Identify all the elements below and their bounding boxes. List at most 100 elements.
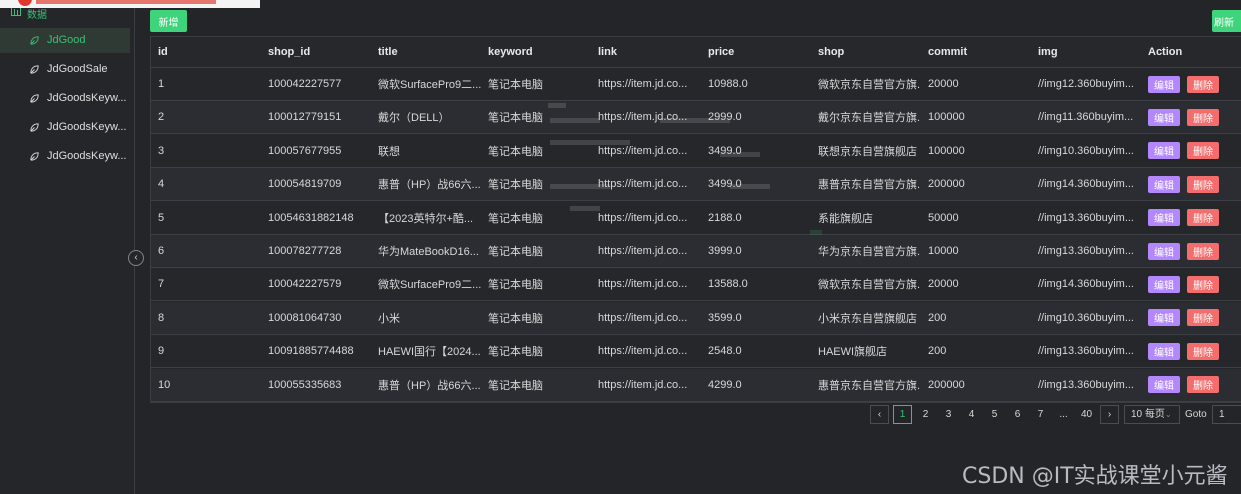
column-header-shop[interactable]: shop: [811, 37, 921, 67]
column-header-id[interactable]: id: [151, 37, 261, 67]
cell-price: 13588.0: [708, 278, 748, 291]
page-size-select[interactable]: 10 每页⌄: [1124, 405, 1180, 424]
delete-button[interactable]: 删除: [1187, 342, 1219, 360]
delete-button[interactable]: 删除: [1187, 376, 1219, 394]
delete-button[interactable]: 删除: [1187, 309, 1219, 327]
delete-button[interactable]: 删除: [1187, 242, 1219, 260]
page-7-button[interactable]: 7: [1031, 405, 1050, 424]
page-4-button[interactable]: 4: [962, 405, 981, 424]
cell-price: 2999.0: [708, 111, 742, 124]
chevron-left-icon: ‹: [877, 409, 882, 420]
pagination-ellipsis[interactable]: ...: [1054, 405, 1073, 424]
cell-img: //img13.360buyim...: [1038, 211, 1134, 224]
sidebar-item-jdgood[interactable]: JdGood: [0, 28, 130, 53]
edit-button[interactable]: 编辑: [1148, 376, 1180, 394]
sidebar-item-jdgoodskeyword-2[interactable]: JdGoodsKeyw...: [0, 115, 130, 140]
refresh-button[interactable]: 刷新: [1212, 10, 1241, 32]
sidebar-item-jdgoodsale[interactable]: JdGoodSale: [0, 57, 130, 82]
page-6-button[interactable]: 6: [1008, 405, 1027, 424]
leaf-icon: [30, 123, 39, 132]
sidebar-group-label: 数据: [27, 10, 47, 21]
column-header-link[interactable]: link: [591, 37, 701, 67]
cell-shop: 惠普京东自营官方旗...: [818, 179, 921, 192]
cell-id: 3: [158, 144, 165, 157]
goto-page-input[interactable]: 1: [1212, 405, 1241, 424]
page-3-button[interactable]: 3: [939, 405, 958, 424]
table-row: 2 100012779151 戴尔（DELL） 笔记本电脑 https://item.j…: [151, 101, 1241, 135]
cell-shop: 微软京东自营官方旗...: [818, 279, 921, 292]
table-row: 4 100054819709 惠普（HP）战66六... 笔记本电脑 https://i…: [151, 168, 1241, 202]
table-header-row: id shop_id title keyword link price shop…: [151, 37, 1241, 68]
page-2-button[interactable]: 2: [916, 405, 935, 424]
bar-chart-icon: [11, 7, 21, 16]
cell-commit: 20000: [928, 78, 959, 90]
sidebar-item-jdgoodskeyword-1[interactable]: JdGoodsKeyw...: [0, 86, 130, 111]
delete-button[interactable]: 删除: [1187, 175, 1219, 193]
cell-shop-id: 100042227577: [268, 78, 342, 90]
edit-button[interactable]: 编辑: [1148, 209, 1180, 227]
cell-action: 编辑 删除: [1141, 168, 1241, 200]
cell-commit: 200: [928, 345, 947, 358]
cell-img: //img13.360buyim...: [1038, 378, 1134, 391]
add-button[interactable]: 新增: [150, 10, 187, 32]
cell-shop: 小米京东自营旗舰店: [818, 312, 917, 325]
cell-title: 惠普（HP）战66六...: [378, 179, 481, 192]
previous-page-button[interactable]: ‹: [870, 405, 889, 424]
sidebar-item-label: JdGoodsKeyw...: [47, 121, 127, 133]
delete-button[interactable]: 删除: [1187, 209, 1219, 227]
sidebar: 数据 ⌃ JdGood JdGoodSale JdGoodsKeyw... Jd…: [0, 0, 135, 494]
page-40-button[interactable]: 40: [1077, 405, 1096, 424]
next-page-button[interactable]: ›: [1100, 405, 1119, 424]
sidebar-collapse-button[interactable]: ‹: [128, 250, 144, 266]
cell-id: 5: [158, 211, 165, 224]
goto-label: Goto: [1185, 409, 1207, 420]
cell-link: https://item.jd.co...: [598, 178, 688, 191]
delete-button[interactable]: 删除: [1187, 142, 1219, 160]
page-5-button[interactable]: 5: [985, 405, 1004, 424]
cell-commit: 200: [928, 311, 947, 324]
cell-commit: 100000: [928, 111, 965, 124]
cell-keyword: 笔记本电脑: [488, 112, 543, 125]
table-row: 8 100081064730 小米 笔记本电脑 https://item.jd.co..…: [151, 301, 1241, 335]
column-header-shop-id[interactable]: shop_id: [261, 37, 371, 67]
column-header-action: Action: [1148, 46, 1183, 58]
edit-button[interactable]: 编辑: [1148, 342, 1180, 360]
cell-id: 9: [158, 345, 165, 358]
column-header-img[interactable]: img: [1031, 37, 1141, 67]
edit-button[interactable]: 编辑: [1148, 142, 1180, 160]
cell-action: 编辑 删除: [1141, 202, 1241, 234]
column-header-price[interactable]: price: [701, 37, 811, 67]
cell-shop: 微软京东自营官方旗...: [818, 79, 921, 91]
delete-button[interactable]: 删除: [1187, 75, 1219, 93]
cell-price: 3499.0: [708, 178, 742, 191]
cell-commit: 20000: [928, 278, 959, 291]
table-row: 1 100042227577 微软SurfacePro9二... 笔记本电脑 https…: [151, 68, 1241, 101]
cell-img: //img11.360buyim...: [1038, 111, 1134, 124]
watermark: CSDN @IT实战课堂小元酱: [962, 464, 1228, 489]
cell-commit: 100000: [928, 144, 965, 157]
cell-id: 8: [158, 311, 165, 324]
page-1-button[interactable]: 1: [893, 405, 912, 424]
column-header-commit[interactable]: commit: [921, 37, 1031, 67]
edit-button[interactable]: 编辑: [1148, 242, 1180, 260]
column-header-keyword[interactable]: keyword: [481, 37, 591, 67]
edit-button[interactable]: 编辑: [1148, 275, 1180, 293]
edit-button[interactable]: 编辑: [1148, 309, 1180, 327]
edit-button[interactable]: 编辑: [1148, 175, 1180, 193]
cell-commit: 200000: [928, 178, 965, 191]
cell-img: //img13.360buyim...: [1038, 245, 1134, 257]
delete-button[interactable]: 删除: [1187, 275, 1219, 293]
page-size-value: 10 每页: [1131, 409, 1165, 420]
edit-button[interactable]: 编辑: [1148, 108, 1180, 126]
cell-price: 3999.0: [708, 245, 742, 257]
delete-button[interactable]: 删除: [1187, 108, 1219, 126]
cell-shop: HAEWI旗舰店: [818, 346, 888, 359]
sidebar-item-jdgoodskeyword-3[interactable]: JdGoodsKeyw...: [0, 144, 130, 169]
cell-action: 编辑 删除: [1141, 235, 1241, 267]
column-header-title[interactable]: title: [371, 37, 481, 67]
cell-img: //img10.360buyim...: [1038, 144, 1134, 157]
cell-shop: 联想京东自营旗舰店: [818, 145, 917, 158]
cell-keyword: 笔记本电脑: [488, 379, 543, 392]
edit-button[interactable]: 编辑: [1148, 75, 1180, 93]
cell-price: 3499.0: [708, 144, 742, 157]
